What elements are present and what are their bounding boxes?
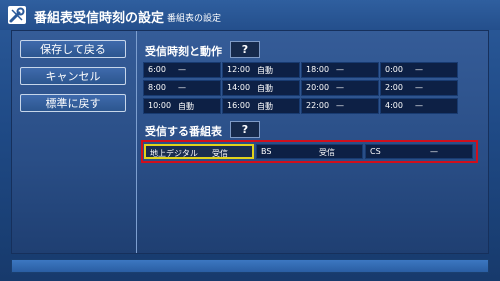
schedule-heading: 受信時刻と動作 <box>145 45 222 58</box>
channel-row-highlight: 地上デジタル 受信 BS 受信 CS — <box>141 140 478 163</box>
schedule-action: — <box>178 65 186 74</box>
wrench-screwdriver-icon <box>8 6 26 24</box>
schedule-time: 6:00 <box>148 65 166 74</box>
schedule-action: 自動 <box>257 66 273 75</box>
schedule-cell[interactable]: 0:00 — <box>380 62 458 78</box>
channel-status: 受信 <box>212 149 228 158</box>
channel-cell-terrestrial[interactable]: 地上デジタル 受信 <box>144 144 254 159</box>
schedule-help-button[interactable]: ? <box>230 41 260 58</box>
schedule-time: 14:00 <box>227 83 251 92</box>
schedule-grid: 6:00 — 12:00 自動 18:00 — 0:00 — 8:00 — 14… <box>143 62 475 114</box>
schedule-cell[interactable]: 22:00 — <box>301 98 379 114</box>
channel-name: BS <box>261 147 272 156</box>
channels-heading: 受信する番組表 <box>145 125 222 138</box>
schedule-cell[interactable]: 4:00 — <box>380 98 458 114</box>
bottom-status-bar <box>11 259 489 273</box>
schedule-time: 12:00 <box>227 65 251 74</box>
schedule-cell[interactable]: 12:00 自動 <box>222 62 300 78</box>
channel-cell-cs[interactable]: CS — <box>365 144 473 159</box>
channel-cell-bs[interactable]: BS 受信 <box>256 144 363 159</box>
schedule-time: 8:00 <box>148 83 166 92</box>
schedule-time: 2:00 <box>385 83 403 92</box>
schedule-action: 自動 <box>257 102 273 111</box>
channel-name: 地上デジタル <box>150 149 198 158</box>
schedule-time: 22:00 <box>306 101 330 110</box>
schedule-time: 16:00 <box>227 101 251 110</box>
channel-status: 受信 <box>319 148 335 157</box>
channel-name: CS <box>370 147 381 156</box>
schedule-cell[interactable]: 14:00 自動 <box>222 80 300 96</box>
schedule-cell[interactable]: 2:00 — <box>380 80 458 96</box>
schedule-cell[interactable]: 20:00 — <box>301 80 379 96</box>
channel-status: — <box>430 147 438 156</box>
title-bar: 番組表受信時刻の設定 番組表の設定 <box>0 0 500 30</box>
schedule-action: — <box>336 65 344 74</box>
schedule-time: 10:00 <box>148 101 172 110</box>
channels-help-button[interactable]: ? <box>230 121 260 138</box>
page-subtitle: 番組表の設定 <box>167 14 222 24</box>
schedule-time: 0:00 <box>385 65 403 74</box>
cancel-button[interactable]: キャンセル <box>20 67 126 85</box>
save-and-back-button[interactable]: 保存して戻る <box>20 40 126 58</box>
schedule-action: — <box>178 83 186 92</box>
reset-default-button[interactable]: 標準に戻す <box>20 94 126 112</box>
schedule-action: 自動 <box>257 84 273 93</box>
schedule-action: — <box>415 83 423 92</box>
schedule-action: — <box>415 65 423 74</box>
schedule-action: — <box>336 101 344 110</box>
schedule-cell[interactable]: 8:00 — <box>143 80 221 96</box>
schedule-cell[interactable]: 6:00 — <box>143 62 221 78</box>
schedule-cell[interactable]: 18:00 — <box>301 62 379 78</box>
sidebar: 保存して戻る キャンセル 標準に戻す <box>12 31 137 253</box>
schedule-cell[interactable]: 10:00 自動 <box>143 98 221 114</box>
page-title: 番組表受信時刻の設定 <box>34 11 165 26</box>
schedule-cell[interactable]: 16:00 自動 <box>222 98 300 114</box>
schedule-time: 4:00 <box>385 101 403 110</box>
schedule-action: — <box>336 83 344 92</box>
schedule-action: — <box>415 101 423 110</box>
schedule-action: 自動 <box>178 102 194 111</box>
schedule-time: 20:00 <box>306 83 330 92</box>
schedule-time: 18:00 <box>306 65 330 74</box>
